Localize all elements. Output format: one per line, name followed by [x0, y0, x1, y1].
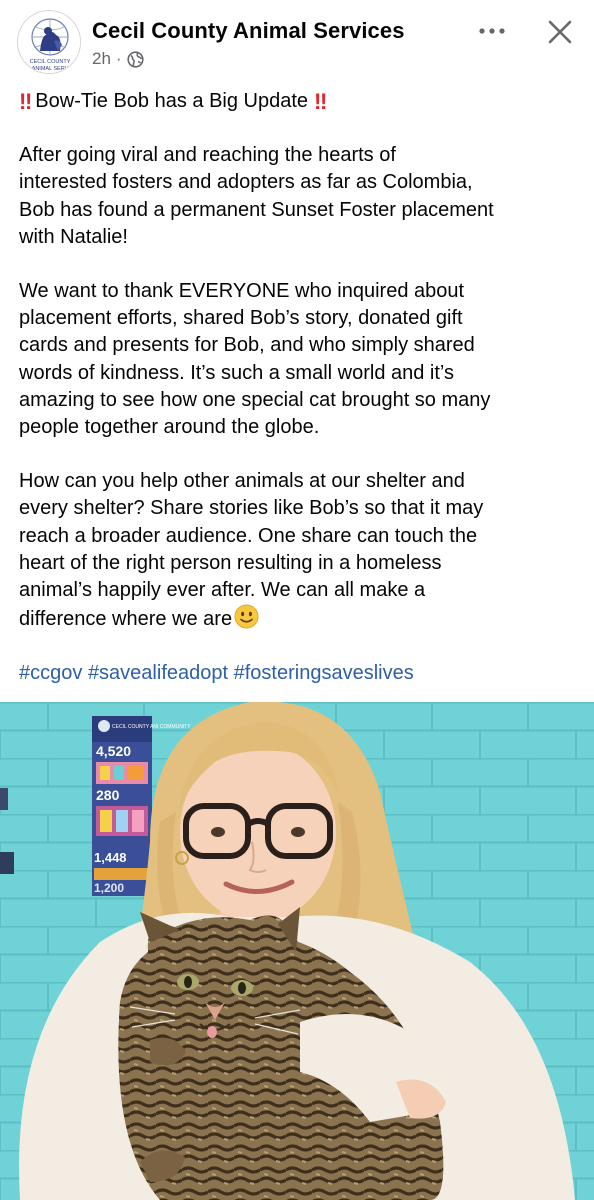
- close-button[interactable]: [538, 10, 582, 54]
- paragraph-2: We want to thank EVERYONE who inquired a…: [19, 278, 581, 441]
- paragraph-line: every shelter? Share stories like Bob’s …: [19, 497, 484, 520]
- poster-number-4: 1,200: [94, 881, 124, 895]
- cecil-county-logo: CECIL COUNTY ANIMAL SERV: [19, 12, 80, 73]
- hashtag-list: #ccgov #savealifeadopt #fosteringsavesli…: [19, 660, 581, 687]
- paragraph-1: After going viral and reaching the heart…: [19, 142, 581, 251]
- paragraph-line: amazing to see how one special cat broug…: [19, 388, 491, 411]
- paragraph-line-text: difference where we are: [19, 608, 233, 631]
- avatar[interactable]: CECIL COUNTY ANIMAL SERV: [17, 10, 81, 74]
- page-name-link[interactable]: Cecil County Animal Services: [92, 18, 405, 44]
- paragraph-line: We want to thank EVERYONE who inquired a…: [19, 280, 465, 303]
- poster-number-2: 280: [96, 787, 120, 803]
- post-header: CECIL COUNTY ANIMAL SERV Cecil County An…: [0, 0, 594, 80]
- paragraph-line: animal’s happily ever after. We can all …: [19, 579, 426, 602]
- post-title: ‼ Bow-Tie Bob has a Big Update ‼: [19, 88, 581, 115]
- poster-header: CECIL COUNTY ANI COMMUNITY: [112, 724, 191, 730]
- slightly-smiling-face-icon: [234, 604, 259, 629]
- close-icon: [548, 20, 572, 44]
- double-exclamation-icon: ‼: [19, 89, 32, 114]
- paragraph-line: words of kindness. It’s such a small wor…: [19, 361, 455, 384]
- paragraph-line: placement efforts, shared Bob’s story, d…: [19, 307, 463, 330]
- hashtag-link[interactable]: #fosteringsaveslives: [234, 662, 414, 684]
- paragraph-line: reach a broader audience. One share can …: [19, 524, 478, 547]
- post-body: ‼ Bow-Tie Bob has a Big Update ‼ After g…: [19, 88, 581, 688]
- paragraph-3: How can you help other animals at our sh…: [19, 468, 581, 633]
- poster-number-3: 1,448: [94, 850, 127, 865]
- post-title-text: Bow-Tie Bob has a Big Update: [35, 90, 309, 112]
- more-options-button[interactable]: [470, 14, 514, 48]
- paragraph-line: interested fosters and adopters as far a…: [19, 171, 473, 194]
- paragraph-line: How can you help other animals at our sh…: [19, 470, 465, 493]
- avatar-text-line1: CECIL COUNTY: [30, 59, 71, 65]
- meta-separator: ·: [115, 49, 122, 68]
- hashtag-link[interactable]: #ccgov: [19, 662, 82, 684]
- post-timestamp[interactable]: 2h: [92, 49, 111, 69]
- paragraph-line: heart of the right person resulting in a…: [19, 551, 442, 574]
- double-exclamation-icon: ‼: [314, 89, 327, 114]
- paragraph-last-line: difference where we are: [19, 604, 581, 633]
- avatar-text-line2: ANIMAL SERV: [32, 66, 69, 72]
- post-meta: 2h ·: [92, 49, 144, 69]
- paragraph-line: Bob has found a permanent Sunset Foster …: [19, 198, 494, 221]
- poster-number-1: 4,520: [96, 743, 131, 759]
- paragraph-line: After going viral and reaching the heart…: [19, 144, 396, 167]
- paragraph-line: cards and presents for Bob, and who simp…: [19, 334, 475, 357]
- more-horizontal-icon: [479, 28, 505, 34]
- post-photo[interactable]: CECIL COUNTY ANI COMMUNITY 4,520 280 1,4…: [0, 702, 594, 1200]
- paragraph-line: with Natalie!: [19, 225, 128, 248]
- paragraph-line: people together around the globe.: [19, 416, 320, 439]
- hashtag-link[interactable]: #savealifeadopt: [88, 662, 228, 684]
- photo-illustration: CECIL COUNTY ANI COMMUNITY 4,520 280 1,4…: [0, 702, 594, 1200]
- globe-icon[interactable]: [126, 50, 144, 68]
